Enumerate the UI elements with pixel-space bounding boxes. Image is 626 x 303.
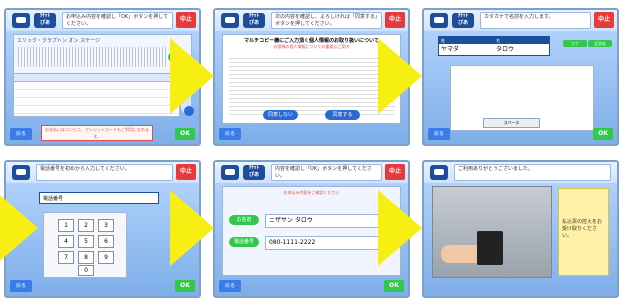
app-logo-icon [221, 13, 239, 28]
name-label: お名前 [229, 215, 259, 225]
stop-button[interactable]: 中止 [176, 12, 196, 28]
app-logo-icon [12, 165, 30, 180]
back-button[interactable]: 戻る [428, 128, 450, 140]
order-table [13, 73, 180, 117]
space-key[interactable]: スペース [483, 118, 540, 128]
back-button[interactable]: 戻る [10, 128, 32, 140]
app-logo-icon [12, 13, 30, 28]
name-fields[interactable]: 姓名 ヤマダ タロウ [438, 36, 550, 56]
app-logo-icon [430, 13, 448, 28]
instruction-text: ご利用ありがとうございました。 [454, 164, 611, 181]
back-button[interactable]: 戻る [219, 128, 241, 140]
key-7[interactable]: 7 [58, 251, 74, 264]
phone-label: 電話番号 [229, 237, 259, 247]
barcode-area [18, 47, 168, 67]
instruction-text: 内容を確認し「OK」ボタンを押してください。 [271, 164, 382, 181]
back-button[interactable]: 戻る [10, 280, 32, 292]
stop-button[interactable]: 中止 [385, 12, 405, 28]
app-logo-icon [221, 165, 239, 180]
policy-subtitle: お客様の個人情報についての重要なご案内 [273, 44, 350, 49]
event-title: エリック・クラプトン オン ステージ [17, 38, 100, 44]
disagree-button[interactable]: 同意しない [263, 110, 298, 120]
phone-input[interactable]: 電話番号 [39, 192, 159, 204]
instruction-text: 電話番号を初めから入力してください。 [36, 164, 173, 181]
screen-6-thanks: ご利用ありがとうございました。 払込票の控えをお受け取りください。 [422, 160, 619, 298]
instruction-text: お申込み内容を確認し「OK」ボタンを押してください。 [62, 12, 173, 29]
stop-button[interactable]: 中止 [176, 164, 196, 180]
instruction-text: カタカナで名前を入力します。 [480, 12, 591, 29]
phone-value: 080-1111-2222 [265, 236, 394, 250]
key-1[interactable]: 1 [58, 219, 74, 232]
stop-button[interactable]: 中止 [594, 12, 614, 28]
first-name-input[interactable]: タロウ [494, 44, 549, 55]
receipt-photo [432, 186, 552, 278]
thanks-message: 払込票の控えをお受け取りください。 [558, 188, 609, 276]
number-pad: 1 2 3 4 5 6 7 8 9 0 [43, 212, 127, 278]
policy-title: マルチコピー機にご入力頂く個人情報のお取り扱いについて [244, 38, 379, 44]
arrow-icon [0, 190, 38, 266]
clear-button[interactable]: 全消去 [588, 40, 612, 47]
arrow-icon [378, 190, 422, 266]
app-logo-icon [430, 165, 448, 180]
key-6[interactable]: 6 [98, 235, 114, 248]
back-button[interactable]: 戻る [219, 280, 241, 292]
payment-note: お支払いはコンビニ、クレジットカードもご利用になれます。 [41, 125, 153, 141]
confirm-heading: お申込み内容をご確認ください [283, 190, 340, 195]
instruction-text: 次の内容を確認し、よろしければ「同意する」ボタンを押してください。 [271, 12, 382, 29]
name-value: ニザサン タロウ [265, 214, 394, 228]
ticket-pia-chip: ﾁｹｯﾄ ぴあ [243, 13, 265, 28]
privacy-policy-box: マルチコピー機にご入力頂く個人情報のお取り扱いについて お客様の個人情報について… [222, 34, 401, 124]
ok-button[interactable]: OK [175, 280, 195, 292]
receipt-slot-icon [477, 231, 503, 265]
key-9[interactable]: 9 [98, 251, 114, 264]
screen-3-name-entry: ﾁｹｯﾄ ぴあ カタカナで名前を入力します。 中止 姓名 ヤマダ タロウ カナ 全消… [422, 8, 619, 146]
ticket-info-panel: エリック・クラプトン オン ステージ [13, 34, 192, 74]
arrow-icon [170, 38, 214, 114]
key-3[interactable]: 3 [98, 219, 114, 232]
arrow-icon [378, 38, 422, 114]
last-name-input[interactable]: ヤマダ [439, 44, 494, 55]
key-4[interactable]: 4 [58, 235, 74, 248]
confirm-box: お申込み内容をご確認ください お名前 ニザサン タロウ 電話番号 080-111… [222, 186, 401, 276]
arrow-icon [170, 190, 214, 266]
top-bar: ﾁｹｯﾄ ぴあ お申込み内容を確認し「OK」ボタンを押してください。 中止 [6, 10, 199, 31]
kana-button[interactable]: カナ [563, 40, 587, 47]
ticket-pia-chip: ﾁｹｯﾄ ぴあ [243, 165, 265, 180]
key-0[interactable]: 0 [78, 265, 94, 276]
agree-button[interactable]: 同意する [325, 110, 360, 120]
ok-button[interactable]: OK [593, 128, 613, 140]
ok-button[interactable]: OK [384, 280, 404, 292]
key-2[interactable]: 2 [78, 219, 94, 232]
ticket-pia-chip: ﾁｹｯﾄ ぴあ [452, 13, 474, 28]
ok-button[interactable]: OK [175, 128, 195, 140]
stop-button[interactable]: 中止 [385, 164, 405, 180]
policy-text [229, 55, 394, 115]
ticket-pia-chip: ﾁｹｯﾄ ぴあ [34, 13, 56, 28]
key-8[interactable]: 8 [78, 251, 94, 264]
key-5[interactable]: 5 [78, 235, 94, 248]
